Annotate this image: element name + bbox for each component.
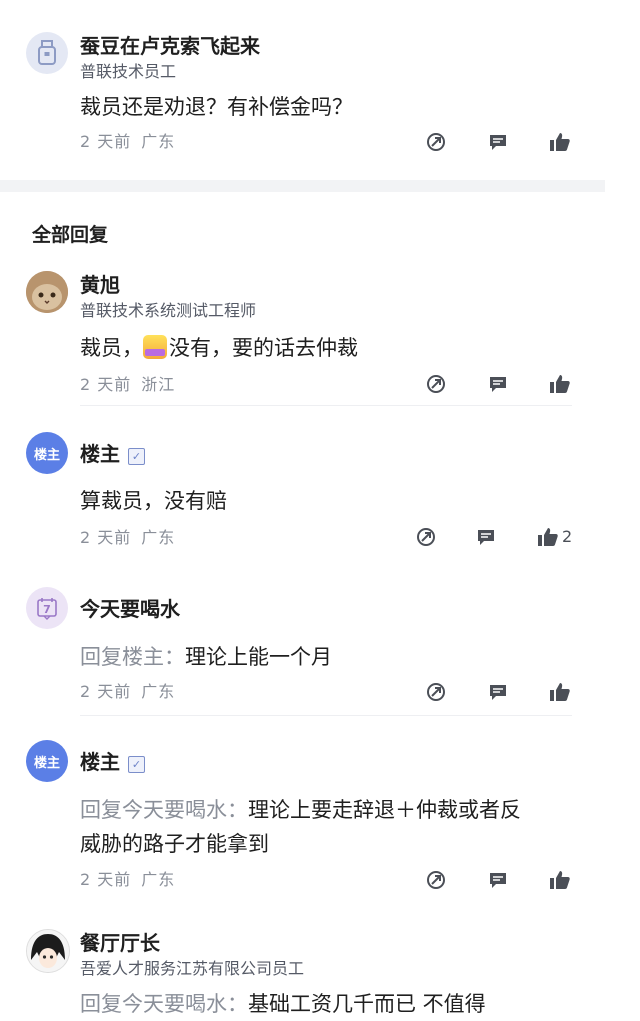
- reply-content: 算裁员，没有赔: [80, 489, 227, 513]
- like-button[interactable]: [548, 868, 572, 892]
- share-icon: [427, 375, 445, 393]
- thumbs-up-icon: [550, 375, 570, 393]
- reply-meta: 2 天前 广东: [80, 866, 175, 890]
- reply-author-role: 普联技术系统测试工程师: [80, 301, 257, 320]
- replies-title: 全部回复: [32, 224, 109, 246]
- reply-item: 7 今天要喝水 回复楼主：理论上能一个月 2 天前 广东: [0, 585, 640, 720]
- reply-time: 2 天前: [80, 870, 132, 889]
- comment-icon: [490, 135, 506, 150]
- reply-location: 广东: [141, 682, 176, 701]
- reply-content: 回复今天要喝水：基础工资几千而已 不值得: [80, 987, 486, 1021]
- calendar-avatar[interactable]: 7: [26, 587, 68, 629]
- reply-content: 裁员， 没有，要的话去仲裁: [80, 331, 358, 365]
- like-button[interactable]: [548, 372, 572, 396]
- reply-location: 广东: [141, 528, 176, 547]
- reply-prefix[interactable]: 回复今天要喝水：: [80, 798, 248, 822]
- owner-avatar[interactable]: 楼主: [26, 432, 68, 474]
- share-icon: [427, 133, 445, 151]
- anime-avatar[interactable]: [26, 929, 70, 973]
- usb-drive-icon: [38, 40, 56, 65]
- reply-item: 黄旭 普联技术系统测试工程师 裁员， 没有，要的话去仲裁 2 天前 浙江: [0, 265, 640, 410]
- share-icon: [427, 683, 445, 701]
- verified-icon: ✓: [128, 448, 145, 465]
- reply-author-name[interactable]: 餐厅厅长: [80, 927, 160, 956]
- share-button[interactable]: [424, 372, 448, 396]
- reply-prefix[interactable]: 回复楼主：: [80, 645, 185, 669]
- reply-time: 2 天前: [80, 682, 132, 701]
- like-button[interactable]: [548, 680, 572, 704]
- original-post: 蚕豆在卢克索飞起来 普联技术员工 裁员还是劝退？有补偿金吗？ 2 天前 广东: [0, 0, 640, 180]
- calendar-day: 7: [43, 602, 51, 616]
- reply-content-line-1: 回复今天要喝水：理论上要走辞退＋仲裁或者反: [80, 793, 521, 827]
- reply-content-text: 理论上能一个月: [185, 645, 332, 669]
- thumbs-up-icon: [538, 528, 558, 546]
- thumbs-up-icon: [550, 683, 570, 701]
- reply-author-name[interactable]: 今天要喝水: [80, 593, 180, 622]
- author-name-text: 楼主: [80, 442, 120, 466]
- post-time: 2 天前: [80, 132, 132, 151]
- post-meta: 2 天前 广东: [80, 128, 175, 152]
- comment-icon: [490, 377, 506, 392]
- like-button[interactable]: [548, 130, 572, 154]
- comment-icon: [490, 685, 506, 700]
- reply-divider: [80, 405, 572, 406]
- share-button[interactable]: [424, 680, 448, 704]
- laughing-emoji-icon: [143, 335, 167, 359]
- comment-button[interactable]: [486, 372, 510, 396]
- reply-prefix[interactable]: 回复今天要喝水：: [80, 992, 248, 1016]
- comment-button[interactable]: [486, 130, 510, 154]
- reply-content-part: 裁员，: [80, 336, 143, 360]
- reply-location: 广东: [141, 870, 176, 889]
- reply-author-name[interactable]: 楼主 ✓: [80, 746, 145, 775]
- reply-content-text: 基础工资几千而已 不值得: [248, 992, 486, 1016]
- reply-content-line-2: 威胁的路子才能拿到: [80, 832, 269, 856]
- comment-icon: [478, 530, 494, 545]
- reply-author-name[interactable]: 黄旭: [80, 269, 120, 298]
- share-button[interactable]: [424, 868, 448, 892]
- reply-meta: 2 天前 广东: [80, 524, 175, 548]
- share-button[interactable]: [424, 130, 448, 154]
- comment-icon: [490, 873, 506, 888]
- owner-avatar[interactable]: 楼主: [26, 740, 68, 782]
- reply-item: 餐厅厅长 吾爱人才服务江苏有限公司员工 回复今天要喝水：基础工资几千而已 不值得: [0, 925, 640, 1020]
- reply-location: 浙江: [141, 375, 176, 394]
- reply-item: 楼主 楼主 ✓ 回复今天要喝水：理论上要走辞退＋仲裁或者反 威胁的路子才能拿到 2…: [0, 740, 640, 910]
- thumbs-up-icon: [550, 133, 570, 151]
- cat-face-icon: [26, 271, 68, 313]
- reply-content-text: 理论上要走辞退＋仲裁或者反: [248, 798, 521, 822]
- reply-content-part: 没有，要的话去仲裁: [169, 336, 358, 360]
- anime-character-icon: [27, 930, 69, 972]
- verified-icon: ✓: [128, 756, 145, 773]
- post-author-role: 普联技术员工: [80, 62, 177, 81]
- comment-button[interactable]: [474, 525, 498, 549]
- section-separator: [0, 180, 605, 192]
- reply-divider: [80, 715, 572, 716]
- post-avatar[interactable]: [26, 32, 68, 74]
- reply-time: 2 天前: [80, 528, 132, 547]
- reply-content: 回复楼主：理论上能一个月: [80, 640, 332, 674]
- reply-meta: 2 天前 浙江: [80, 371, 175, 395]
- reply-author-role: 吾爱人才服务江苏有限公司员工: [80, 959, 305, 978]
- like-count: 2: [562, 527, 573, 546]
- like-button[interactable]: [536, 525, 560, 549]
- reply-time: 2 天前: [80, 375, 132, 394]
- reply-author-name[interactable]: 楼主 ✓: [80, 438, 145, 467]
- share-icon: [417, 528, 435, 546]
- comment-button[interactable]: [486, 868, 510, 892]
- author-name-text: 楼主: [80, 750, 120, 774]
- reply-item: 楼主 楼主 ✓ 算裁员，没有赔 2 天前 广东 2: [0, 430, 640, 580]
- post-content: 裁员还是劝退？有补偿金吗？: [80, 95, 353, 119]
- share-icon: [427, 871, 445, 889]
- cat-avatar[interactable]: [26, 271, 68, 313]
- comment-button[interactable]: [486, 680, 510, 704]
- share-button[interactable]: [414, 525, 438, 549]
- post-author-name[interactable]: 蚕豆在卢克索飞起来: [80, 30, 260, 59]
- reply-meta: 2 天前 广东: [80, 678, 175, 702]
- post-location: 广东: [141, 132, 176, 151]
- thumbs-up-icon: [550, 871, 570, 889]
